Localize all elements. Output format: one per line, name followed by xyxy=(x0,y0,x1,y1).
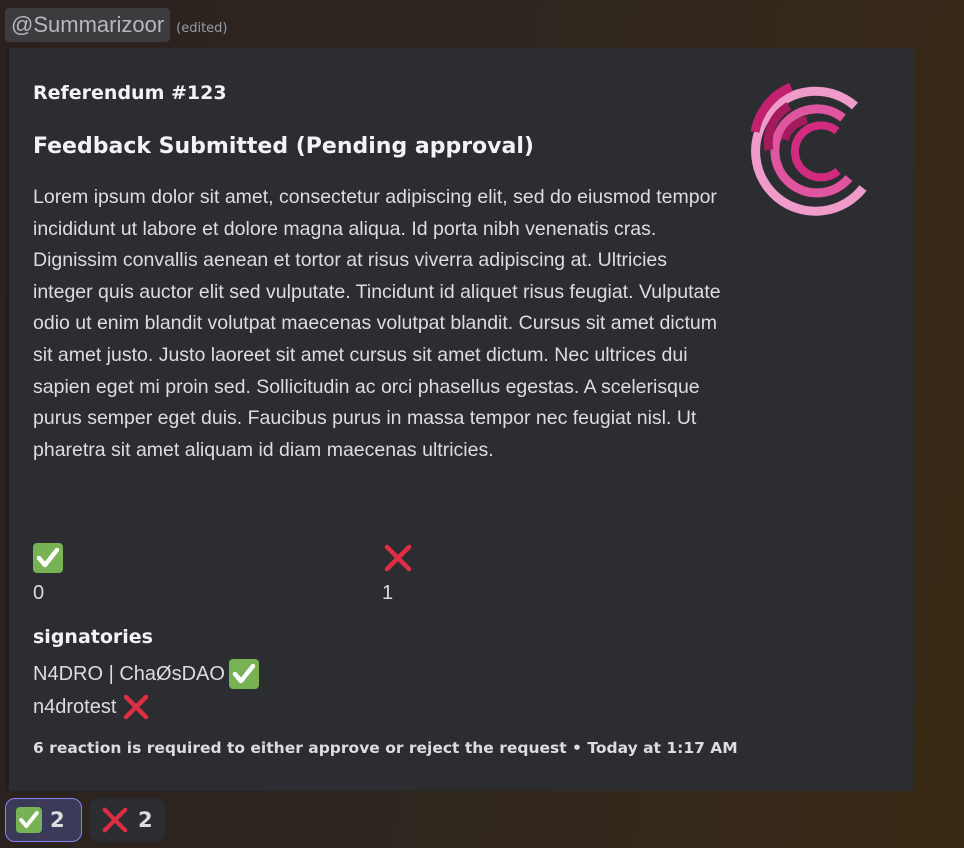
signatory-name: n4drotest xyxy=(33,695,117,718)
embed-description: Lorem ipsum dolor sit amet, consectetur … xyxy=(33,186,721,461)
check-mark-icon xyxy=(16,807,42,833)
cross-mark-icon xyxy=(382,542,414,578)
reject-count: 1 xyxy=(382,582,394,604)
embed-author-title: Referendum #123 xyxy=(33,82,227,104)
cross-mark-icon xyxy=(102,807,128,833)
reaction-count: 2 xyxy=(138,808,153,832)
check-mark-icon xyxy=(228,659,259,689)
reaction-approve-button[interactable]: 2 xyxy=(5,798,82,842)
embed-thumbnail-logo xyxy=(750,82,867,216)
message-author: @Summarizoor (edited) xyxy=(5,6,228,44)
edited-label: (edited) xyxy=(176,20,228,36)
signatory-name: N4DRO | ChaØsDAO xyxy=(33,662,225,685)
cross-mark-icon xyxy=(124,694,149,720)
signatory-row: n4drotest xyxy=(33,691,152,723)
embed-footer: 6 reaction is required to either approve… xyxy=(33,739,738,757)
reaction-reject-button[interactable]: 2 xyxy=(89,798,166,842)
approve-field xyxy=(33,543,63,573)
reaction-count: 2 xyxy=(50,808,65,832)
signatories-title: signatories xyxy=(33,626,153,648)
author-mention[interactable]: @Summarizoor xyxy=(5,8,171,42)
check-mark-icon xyxy=(33,543,63,573)
signatory-row: N4DRO | ChaØsDAO xyxy=(33,659,259,689)
embed-heading: Feedback Submitted (Pending approval) xyxy=(33,134,534,159)
approve-count: 0 xyxy=(33,582,45,604)
